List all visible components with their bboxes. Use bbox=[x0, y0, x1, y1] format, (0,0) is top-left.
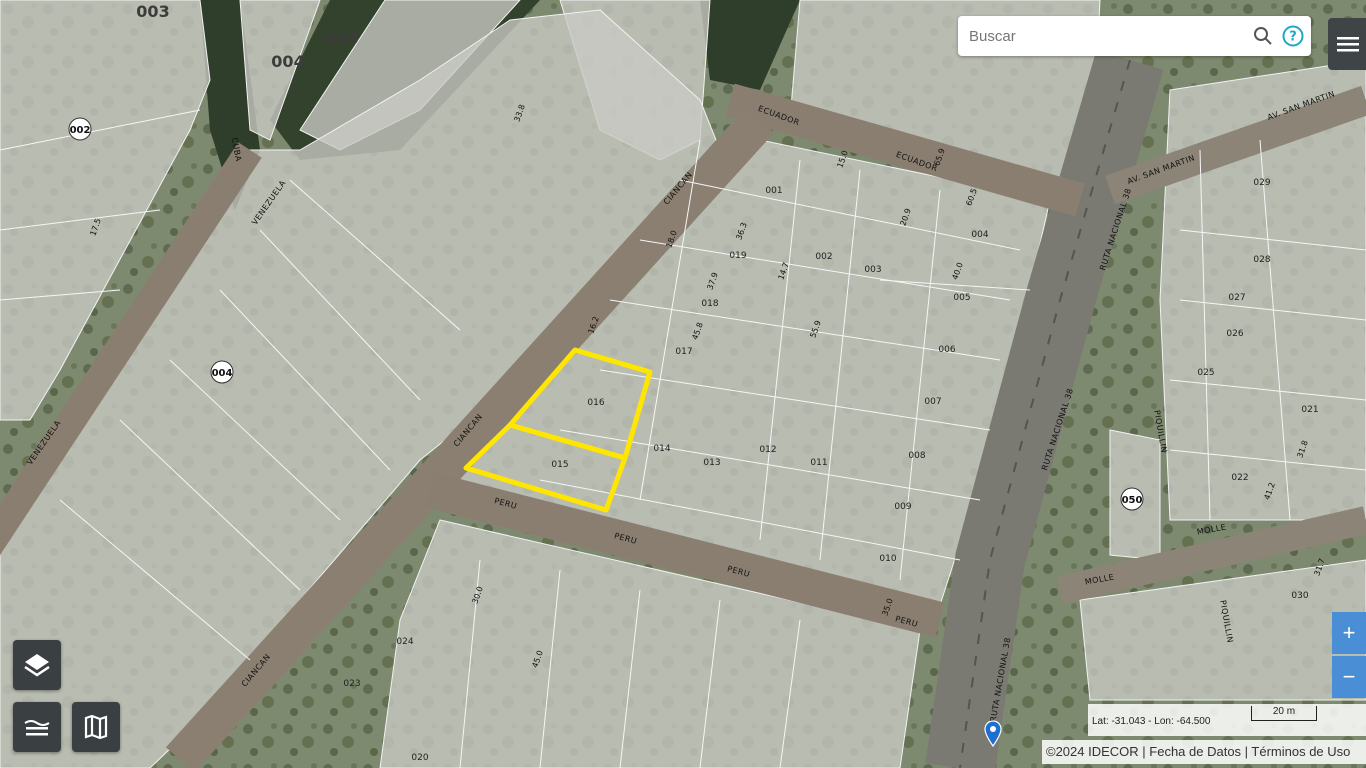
parcel-label: 030 bbox=[1291, 591, 1308, 601]
map-view-button[interactable] bbox=[72, 702, 120, 752]
parcel-label: 012 bbox=[759, 445, 776, 455]
parcel-label: 003 bbox=[864, 265, 881, 275]
coordinates-readout: Lat: -31.043 - Lon: -64.500 bbox=[1092, 716, 1211, 727]
parcel-label: 007 bbox=[924, 397, 941, 407]
parcel-label: 023 bbox=[343, 679, 360, 689]
parcel-label: 014 bbox=[653, 444, 670, 454]
help-icon[interactable]: ? bbox=[1281, 24, 1305, 48]
parcel-label: 006 bbox=[938, 345, 955, 355]
parcel-label: 013 bbox=[703, 458, 720, 468]
parcel-label: 002 bbox=[815, 252, 832, 262]
svg-text:?: ? bbox=[1289, 30, 1297, 45]
parcel-label: 008 bbox=[908, 451, 925, 461]
block-number: 004 bbox=[212, 368, 233, 379]
block-marker: 003 bbox=[136, 2, 169, 21]
parcel-label: 026 bbox=[1226, 329, 1243, 339]
parcel-label: 022 bbox=[1231, 473, 1248, 483]
menu-button[interactable] bbox=[1328, 18, 1366, 70]
search-bar: ? bbox=[958, 16, 1311, 56]
parcel-label: 028 bbox=[1253, 255, 1270, 265]
block-marker: 003 bbox=[325, 29, 358, 48]
parcel-label: 024 bbox=[396, 637, 413, 647]
coordinates-panel: Lat: -31.043 - Lon: -64.500 20 m bbox=[1088, 704, 1366, 736]
parcel-label: 027 bbox=[1228, 293, 1245, 303]
parcel-label: 015 bbox=[551, 460, 568, 470]
block-number: 003 bbox=[325, 29, 358, 48]
parcel-label: 005 bbox=[953, 293, 970, 303]
block-number: 004 bbox=[271, 52, 304, 71]
parcel-label: 025 bbox=[1197, 368, 1214, 378]
block-number: 003 bbox=[136, 2, 169, 21]
block-number: 050 bbox=[1122, 495, 1143, 506]
parcel-label: 017 bbox=[675, 347, 692, 357]
parcel-label: 029 bbox=[1253, 178, 1270, 188]
parcel-label: 011 bbox=[810, 458, 827, 468]
map-canvas[interactable]: 001 002 003 004 005 006 007 008 009 010 011 012 013 0… bbox=[0, 0, 1366, 768]
zoom-out-button[interactable]: − bbox=[1332, 656, 1366, 698]
parcel-label: 010 bbox=[879, 554, 896, 564]
parcel-label: 001 bbox=[765, 186, 782, 196]
parcel-label: 018 bbox=[701, 299, 718, 309]
parcel-label: 004 bbox=[971, 230, 988, 240]
parcel-label: 009 bbox=[894, 502, 911, 512]
block-marker: 004 bbox=[210, 360, 234, 384]
scale-bar: 20 m bbox=[1251, 706, 1317, 721]
basemap-button[interactable] bbox=[13, 702, 61, 752]
block-marker: 002 bbox=[68, 117, 92, 141]
block-marker: 050 bbox=[1120, 487, 1144, 511]
basemap-icon bbox=[24, 720, 50, 736]
block-number: 002 bbox=[70, 125, 91, 136]
block-marker: 004 bbox=[271, 52, 304, 71]
parcel-label: 016 bbox=[587, 398, 604, 408]
parcel-label: 020 bbox=[411, 753, 428, 763]
parcel-label: 021 bbox=[1301, 405, 1318, 415]
attribution: ©2024 IDECOR | Fecha de Datos | Términos… bbox=[1042, 740, 1366, 764]
layers-button[interactable] bbox=[13, 640, 61, 690]
zoom-in-button[interactable]: + bbox=[1332, 612, 1366, 654]
menu-icon bbox=[1337, 37, 1359, 52]
parcel-label: 019 bbox=[729, 251, 746, 261]
layers-icon bbox=[24, 654, 50, 677]
map-imagery: 001 002 003 004 005 006 007 008 009 010 011 012 013 0… bbox=[0, 0, 1366, 768]
search-input[interactable] bbox=[958, 26, 1251, 46]
map-icon bbox=[84, 714, 108, 740]
search-icon[interactable] bbox=[1251, 24, 1275, 48]
